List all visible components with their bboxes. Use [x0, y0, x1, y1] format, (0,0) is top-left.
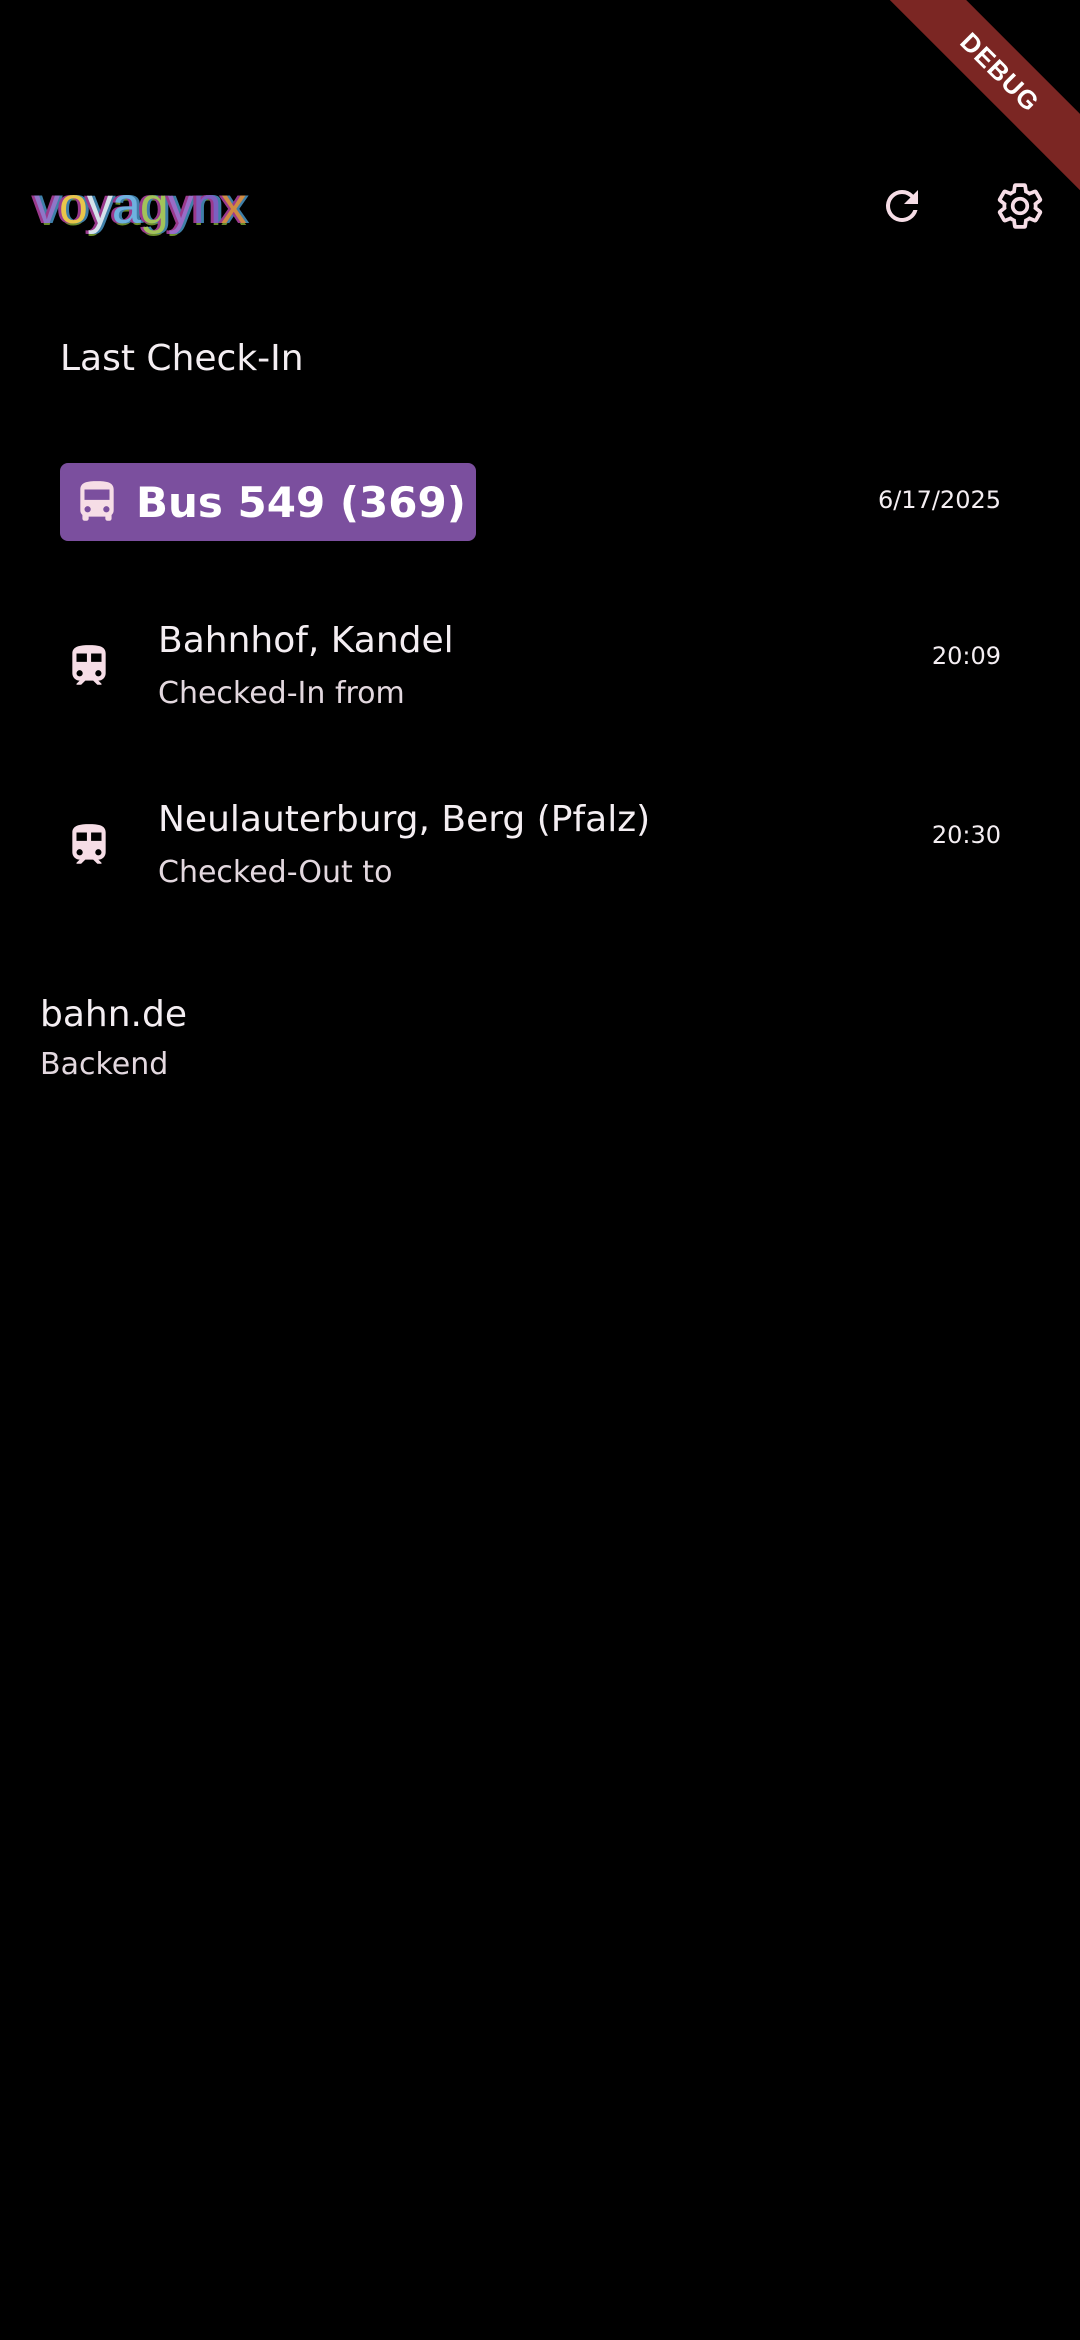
backend-info[interactable]: bahn.de Backend — [40, 994, 187, 1082]
train-icon — [72, 645, 106, 685]
logo-letter: y — [167, 177, 194, 235]
logo-letter: y — [86, 177, 113, 235]
checkin-date: 6/17/2025 — [877, 486, 1001, 514]
stop-subtitle: Checked-In from — [158, 676, 405, 711]
stop-name: Neulauterburg, Berg (Pfalz) — [158, 799, 651, 840]
line-badge[interactable]: Bus 549 (369) — [60, 463, 476, 541]
checkout-stop-row[interactable]: Neulauterburg, Berg (Pfalz) Checked-Out … — [0, 799, 1080, 919]
backend-name: bahn.de — [40, 994, 187, 1035]
app-bar: voyagynx — [0, 170, 1080, 240]
debug-banner-label: DEBUG — [881, 0, 1080, 191]
logo-letter: x — [220, 177, 247, 235]
app-logo: voyagynx — [34, 176, 247, 236]
logo-letter: o — [59, 177, 88, 235]
stop-time: 20:30 — [931, 821, 1001, 849]
settings-button[interactable] — [984, 170, 1056, 242]
checkin-stop-row[interactable]: Bahnhof, Kandel Checked-In from 20:09 — [0, 620, 1080, 740]
bus-icon — [80, 481, 114, 521]
gear-icon — [997, 183, 1043, 229]
logo-letter: g — [139, 177, 169, 235]
stop-name: Bahnhof, Kandel — [158, 620, 454, 661]
logo-letter: a — [111, 177, 141, 235]
logo-letter: v — [34, 177, 60, 235]
refresh-button[interactable] — [866, 170, 938, 242]
refresh-icon — [886, 190, 918, 222]
train-icon — [72, 824, 106, 864]
line-label: Bus 549 (369) — [136, 477, 466, 527]
logo-letter: n — [192, 177, 222, 235]
stop-time: 20:09 — [931, 642, 1001, 670]
last-checkin-title: Last Check-In — [60, 338, 304, 379]
backend-label: Backend — [40, 1047, 169, 1082]
stop-subtitle: Checked-Out to — [158, 855, 393, 890]
